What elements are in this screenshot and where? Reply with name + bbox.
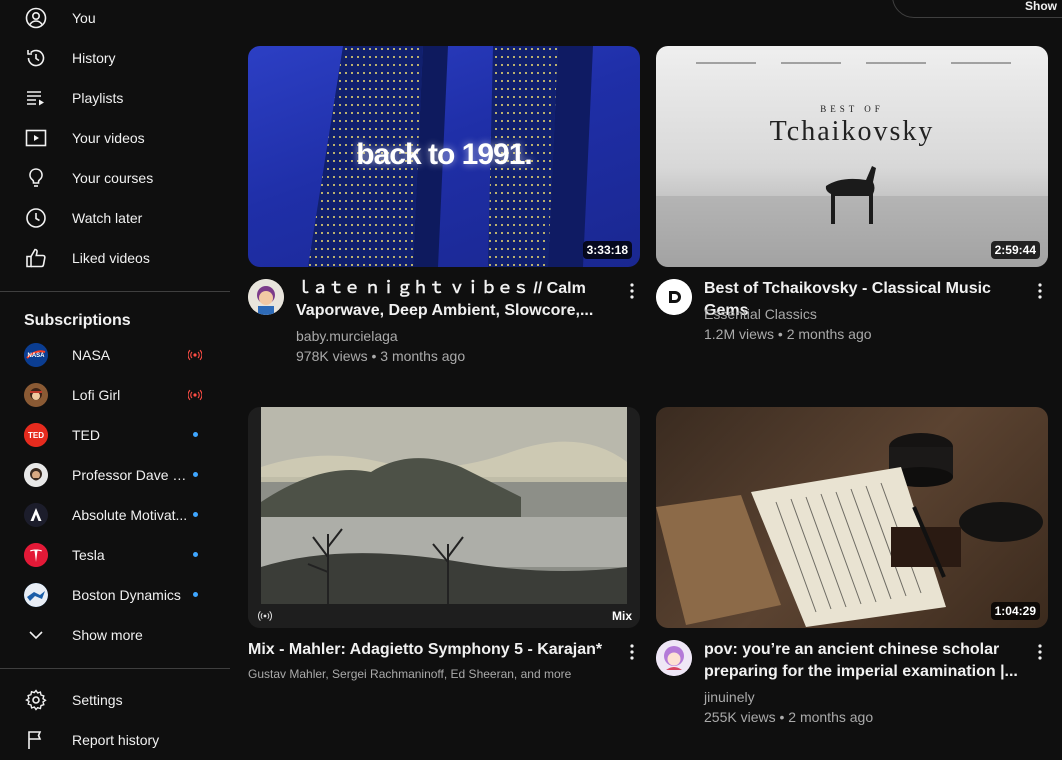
flag-icon xyxy=(28,731,42,749)
video-meta: 978K views • 3 months ago xyxy=(296,348,466,364)
sidebar-item-your-courses[interactable]: Your courses xyxy=(0,158,230,198)
sidebar: You History Playlists Your videos Your c… xyxy=(0,0,230,749)
more-options-icon[interactable] xyxy=(624,282,640,300)
sidebar-item-settings[interactable]: Settings xyxy=(0,680,230,720)
your-videos-icon xyxy=(25,129,47,147)
channel-name[interactable]: jinuinely xyxy=(704,689,755,705)
sidebar-item-liked-videos[interactable]: Liked videos xyxy=(0,238,230,278)
subscription-name: TED xyxy=(72,427,100,443)
sidebar-item-label: Your courses xyxy=(72,170,154,186)
new-content-dot xyxy=(193,472,198,477)
show-more-label: Show more xyxy=(72,627,143,643)
lightbulb-icon xyxy=(29,168,43,187)
account-icon xyxy=(25,7,47,29)
show-more-button[interactable]: Show more xyxy=(0,615,230,655)
video-thumbnail[interactable]: back to 1991. 3:33:18 xyxy=(248,46,640,267)
live-icon xyxy=(258,611,272,621)
avatar xyxy=(24,463,48,487)
sidebar-item-playlists[interactable]: Playlists xyxy=(0,78,230,118)
sidebar-item-label: Liked videos xyxy=(72,250,150,266)
history-icon xyxy=(27,49,45,67)
video-thumbnail[interactable]: 1:04:29 xyxy=(656,407,1048,628)
channel-avatar[interactable] xyxy=(248,279,284,315)
avatar: NASA xyxy=(24,343,48,367)
subscription-name: Professor Dave E... xyxy=(72,467,190,483)
subscription-absolute-motivation[interactable]: Absolute Motivat... xyxy=(0,495,230,535)
subscriptions-heading: Subscriptions xyxy=(24,312,131,329)
thumbs-up-icon xyxy=(26,248,46,268)
sidebar-item-watch-later[interactable]: Watch later xyxy=(0,198,230,238)
subscription-ted[interactable]: TED TED xyxy=(0,415,230,455)
subscription-name: Tesla xyxy=(72,547,105,563)
subscription-name: Boston Dynamics xyxy=(72,587,181,603)
avatar xyxy=(24,503,48,527)
channel-name[interactable]: baby.murcielaga xyxy=(296,328,398,344)
thumbnail-caption-big: Tchaikovsky xyxy=(769,116,935,147)
subscription-name: NASA xyxy=(72,347,111,363)
subscription-name: Absolute Motivat... xyxy=(72,507,188,523)
video-title[interactable]: pov: you’re an ancient chinese scholar p… xyxy=(704,639,1024,683)
mix-bar: Mix xyxy=(248,604,640,628)
video-title[interactable]: ｌａｔｅ ｎｉｇｈｔ ｖｉｂｅｓ // Calm Vaporwave, Deep… xyxy=(296,278,616,322)
video-meta: 255K views • 2 months ago xyxy=(704,709,874,725)
video-duration: 3:33:18 xyxy=(582,241,632,259)
sidebar-item-label: Watch later xyxy=(72,210,143,226)
chevron-down-icon xyxy=(29,631,43,640)
sidebar-divider xyxy=(0,291,230,292)
new-content-dot xyxy=(193,432,198,437)
subscription-name: Lofi Girl xyxy=(72,387,121,403)
sidebar-item-history[interactable]: History xyxy=(0,38,230,78)
clock-icon xyxy=(26,208,46,228)
show-chip[interactable]: Show xyxy=(892,0,1062,18)
video-thumbnail[interactable]: Mix xyxy=(248,407,640,628)
live-icon xyxy=(188,349,202,361)
new-content-dot xyxy=(193,552,198,557)
subscription-lofi-girl[interactable]: Lofi Girl xyxy=(0,375,230,415)
mix-artists: Gustav Mahler, Sergei Rachmaninoff, Ed S… xyxy=(248,667,572,681)
more-options-icon[interactable] xyxy=(1032,282,1048,300)
thumbnail-art xyxy=(261,407,627,604)
video-duration: 1:04:29 xyxy=(990,602,1040,620)
avatar xyxy=(24,583,48,607)
video-title[interactable]: Mix - Mahler: Adagietto Symphony 5 - Kar… xyxy=(248,639,618,661)
sidebar-item-report-history[interactable]: Report history xyxy=(0,720,230,760)
sidebar-item-label: Playlists xyxy=(72,90,124,106)
subscription-professor-dave[interactable]: Professor Dave E... xyxy=(0,455,230,495)
show-chip-label: Show xyxy=(1025,0,1057,13)
sidebar-item-your-videos[interactable]: Your videos xyxy=(0,118,230,158)
channel-name[interactable]: Essential Classics xyxy=(704,306,817,322)
mix-label: Mix xyxy=(611,609,632,623)
subscription-boston-dynamics[interactable]: Boston Dynamics xyxy=(0,575,230,615)
sidebar-item-label: Your videos xyxy=(72,130,145,146)
video-meta: 1.2M views • 2 months ago xyxy=(704,326,872,342)
svg-text:NASA: NASA xyxy=(27,353,45,359)
playlists-icon xyxy=(27,91,44,106)
sidebar-item-you[interactable]: You xyxy=(0,0,230,38)
subscription-nasa[interactable]: NASA NASA xyxy=(0,335,230,375)
sidebar-item-label: You xyxy=(72,10,96,26)
new-content-dot xyxy=(193,592,198,597)
thumbnail-caption-small: BEST OF xyxy=(820,104,884,114)
sidebar-item-label: History xyxy=(72,50,116,66)
avatar xyxy=(24,383,48,407)
thumbnail-art xyxy=(656,433,1043,627)
new-content-dot xyxy=(193,512,198,517)
thumbnail-text: back to 1991. xyxy=(356,138,532,171)
sidebar-item-label: Settings xyxy=(72,692,123,708)
avatar: TED xyxy=(24,423,48,447)
sidebar-divider xyxy=(0,668,230,669)
thumbnail-art xyxy=(656,62,1048,267)
more-options-icon[interactable] xyxy=(624,643,640,661)
live-icon xyxy=(188,389,202,401)
subscription-tesla[interactable]: Tesla xyxy=(0,535,230,575)
channel-avatar[interactable] xyxy=(656,279,692,315)
sidebar-item-label: Report history xyxy=(72,732,160,748)
svg-text:TED: TED xyxy=(28,431,44,440)
video-duration: 2:59:44 xyxy=(990,241,1040,259)
channel-avatar[interactable] xyxy=(656,640,692,676)
video-thumbnail[interactable]: BEST OF Tchaikovsky 2:59:44 xyxy=(656,46,1048,267)
gear-icon xyxy=(25,689,47,711)
more-options-icon[interactable] xyxy=(1032,643,1048,661)
avatar xyxy=(24,543,48,567)
